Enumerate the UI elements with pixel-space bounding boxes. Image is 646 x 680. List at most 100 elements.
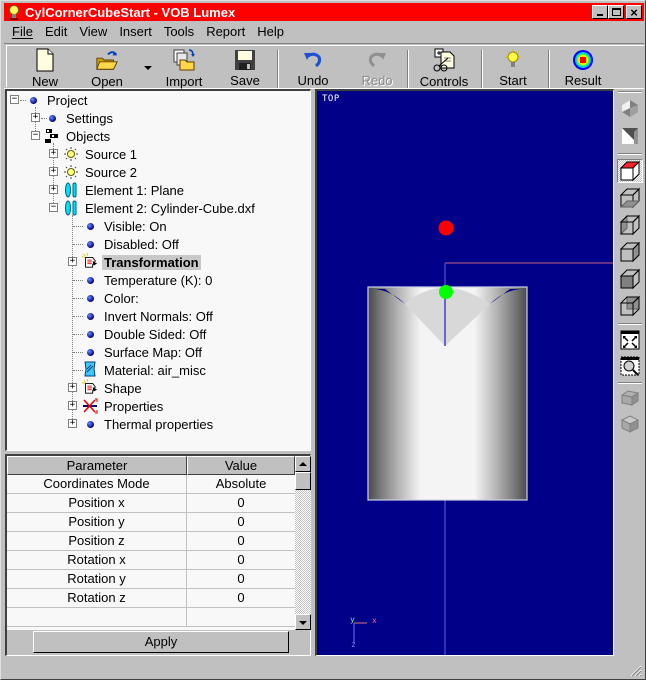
scroll-thumb[interactable]	[295, 472, 311, 490]
window-title: CylCornerCubeStart - VOB Lumex	[25, 4, 236, 20]
3d-viewport[interactable]: TOP x y z	[315, 89, 614, 656]
expand-icon[interactable]: +	[68, 257, 77, 266]
isometric-box-button[interactable]	[617, 412, 643, 436]
node-dot-icon	[25, 92, 41, 108]
zoom-window-icon	[620, 356, 640, 376]
menu-file[interactable]: File	[4, 24, 39, 39]
menu-help[interactable]: Help	[251, 24, 290, 39]
zoom-window-button[interactable]	[617, 354, 643, 378]
close-button[interactable]: ×	[626, 5, 642, 19]
table-row[interactable]: Coordinates Mode Absolute	[7, 475, 295, 494]
transformation-icon	[82, 253, 98, 269]
view-right-button[interactable]	[617, 240, 643, 264]
column-header-parameter[interactable]: Parameter	[7, 456, 187, 475]
toolbar-separator	[277, 50, 279, 88]
menu-insert[interactable]: Insert	[113, 24, 158, 39]
shaded-view-button[interactable]	[617, 96, 643, 120]
main-toolbar: New Open Import Save Undo Redo Controls …	[4, 43, 644, 89]
menu-edit[interactable]: Edit	[39, 24, 73, 39]
expand-icon[interactable]: +	[68, 419, 77, 428]
scroll-up-arrow-icon	[299, 462, 307, 466]
view-back-button[interactable]	[617, 294, 643, 318]
scroll-up-button[interactable]	[295, 456, 311, 472]
view-top-button[interactable]	[617, 159, 643, 183]
maximize-button[interactable]	[608, 5, 624, 19]
param-name: Coordinates Mode	[7, 475, 187, 494]
result-button[interactable]: Result	[560, 48, 606, 88]
collapse-icon[interactable]: −	[49, 203, 58, 212]
floppy-disk-icon	[233, 48, 257, 71]
parameter-panel: Parameter Value Coordinates Mode Absolut…	[5, 454, 311, 656]
expand-icon[interactable]: +	[49, 185, 58, 194]
maximize-icon	[611, 8, 621, 16]
param-value[interactable]: Absolute	[187, 475, 295, 494]
table-row[interactable]: Rotation z 0	[7, 589, 295, 608]
redo-button[interactable]: Redo	[359, 48, 395, 88]
toolbar-separator	[407, 50, 409, 88]
expand-icon[interactable]: +	[68, 383, 77, 392]
project-tree[interactable]: − Project + Settings − Objects + Source …	[5, 89, 311, 451]
app-lightbulb-icon	[7, 4, 21, 20]
param-value[interactable]: 0	[187, 589, 295, 608]
table-row[interactable]	[7, 608, 295, 627]
view-back-icon	[619, 295, 641, 317]
minimize-button[interactable]	[592, 5, 608, 19]
view-front-button[interactable]	[617, 267, 643, 291]
wireframe-view-button[interactable]	[617, 124, 643, 148]
column-header-value[interactable]: Value	[187, 456, 295, 475]
grid-header: Parameter Value	[7, 456, 295, 475]
toolbar-separator	[481, 50, 483, 88]
table-row[interactable]: Position z 0	[7, 532, 295, 551]
expand-icon[interactable]: +	[68, 401, 77, 410]
origin-marker[interactable]	[439, 285, 453, 299]
expand-icon[interactable]: +	[49, 167, 58, 176]
new-document-icon	[33, 48, 57, 72]
scroll-down-button[interactable]	[295, 614, 311, 630]
title-bar[interactable]: CylCornerCubeStart - VOB Lumex ×	[4, 3, 644, 21]
toolbar-separator	[618, 382, 642, 384]
apply-button[interactable]: Apply	[33, 631, 289, 653]
param-value[interactable]: 0	[187, 513, 295, 532]
cylinder-cube-object[interactable]	[367, 286, 528, 501]
node-dot-icon	[44, 110, 60, 126]
save-button[interactable]: Save	[227, 48, 263, 88]
start-button[interactable]: Start	[495, 48, 531, 88]
param-name: Position y	[7, 513, 187, 532]
param-value[interactable]: 0	[187, 551, 295, 570]
new-button[interactable]: New	[27, 48, 63, 89]
import-button[interactable]: Import	[162, 48, 206, 89]
expand-icon[interactable]: +	[49, 149, 58, 158]
menu-tools[interactable]: Tools	[158, 24, 200, 39]
param-name: Position z	[7, 532, 187, 551]
grid-vertical-scrollbar[interactable]	[295, 456, 311, 630]
expand-icon[interactable]: +	[31, 113, 40, 122]
view-left-icon	[619, 214, 641, 236]
table-row[interactable]: Position x 0	[7, 494, 295, 513]
undo-button[interactable]: Undo	[294, 48, 332, 88]
rotate-box-button[interactable]	[617, 386, 643, 410]
view-bottom-button[interactable]	[617, 186, 643, 210]
open-button[interactable]: Open	[87, 48, 127, 89]
param-value[interactable]: 0	[187, 570, 295, 589]
axis-y-label: y	[350, 615, 355, 624]
table-row[interactable]: Rotation x 0	[7, 551, 295, 570]
param-value[interactable]: 0	[187, 494, 295, 513]
table-row[interactable]: Rotation y 0	[7, 570, 295, 589]
resize-grip-icon[interactable]	[630, 665, 642, 677]
toolbar-separator	[618, 323, 642, 325]
menu-view[interactable]: View	[73, 24, 113, 39]
collapse-icon[interactable]: −	[31, 131, 40, 140]
collapse-icon[interactable]: −	[10, 95, 19, 104]
param-value[interactable]	[187, 608, 295, 627]
zoom-extents-button[interactable]	[617, 328, 643, 352]
param-value[interactable]: 0	[187, 532, 295, 551]
open-dropdown-arrow-icon[interactable]	[144, 66, 152, 70]
controls-button[interactable]: Controls	[417, 48, 471, 89]
param-name: Position x	[7, 494, 187, 513]
source-marker[interactable]	[438, 220, 454, 236]
menu-report[interactable]: Report	[200, 24, 251, 39]
table-row[interactable]: Position y 0	[7, 513, 295, 532]
wireframe-view-icon	[622, 128, 638, 144]
isometric-box-icon	[620, 415, 640, 433]
view-left-button[interactable]	[617, 213, 643, 237]
